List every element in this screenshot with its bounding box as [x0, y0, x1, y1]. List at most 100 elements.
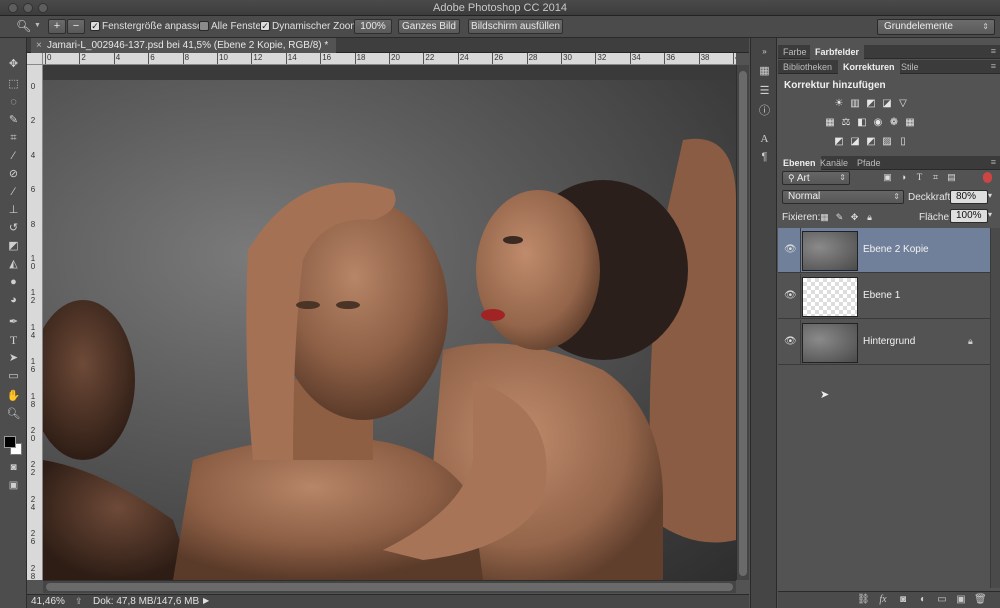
fill-screen-button[interactable]: Bildschirm ausfüllen [468, 19, 563, 34]
filter-smart-object-icon[interactable]: ▤ [946, 172, 957, 183]
lock-all-icon[interactable]: 🔒︎ [864, 212, 875, 223]
quick-select-icon[interactable]: ✎ [4, 112, 23, 128]
history-brush-icon[interactable]: ↺ [4, 220, 23, 236]
curves-icon[interactable]: ◩ [865, 98, 877, 109]
ruler-origin[interactable] [27, 53, 43, 65]
filter-type-icon[interactable]: T [914, 172, 925, 183]
screen-mode-icon[interactable]: ▣ [4, 478, 23, 494]
history-panel-icon[interactable]: ▦ [757, 64, 772, 79]
hue-saturation-icon[interactable]: ▦ [824, 117, 836, 128]
horizontal-scrollbar[interactable] [43, 580, 736, 593]
fit-screen-button[interactable]: Ganzes Bild [398, 19, 460, 34]
tab-stile[interactable]: Stile [896, 60, 924, 74]
vertical-scroll-thumb[interactable] [739, 71, 747, 576]
foreground-color-swatch[interactable] [4, 436, 16, 448]
brush-icon[interactable]: ∕ [4, 184, 23, 200]
crop-icon[interactable]: ⌗ [4, 130, 23, 146]
tab-kanaele[interactable]: Kanäle [815, 156, 853, 170]
exposure-icon[interactable]: ◪ [881, 98, 893, 109]
horizontal-scroll-thumb[interactable] [46, 583, 733, 591]
zoom-100-button[interactable]: 100% [354, 19, 392, 34]
blend-mode-select[interactable]: Normal ⇕ [782, 190, 904, 204]
path-select-icon[interactable]: ➤ [4, 350, 23, 366]
panel-menu-icon[interactable]: ≡ [991, 157, 996, 167]
layer-style-icon[interactable]: fx [877, 594, 889, 606]
filter-pixel-icon[interactable]: ▣ [882, 172, 893, 183]
pen-icon[interactable]: ✒ [4, 314, 23, 330]
filter-toggle[interactable] [983, 172, 992, 183]
quick-mask-icon[interactable]: ◙ [4, 460, 23, 476]
zoom-out-icon[interactable]: − [67, 19, 85, 34]
channel-mixer-icon[interactable]: ❁ [888, 117, 900, 128]
tab-korrekturen[interactable]: Korrekturen [838, 60, 900, 74]
threshold-icon[interactable]: ◩ [865, 136, 877, 147]
paint-bucket-icon[interactable]: ◭ [4, 256, 23, 272]
vertical-scrollbar[interactable] [736, 65, 749, 580]
fill-slider-arrow-icon[interactable]: ▾ [988, 210, 992, 219]
fit-window-checkbox[interactable]: ✓ [90, 21, 100, 31]
tab-farbfelder[interactable]: Farbfelder [810, 45, 865, 59]
opacity-input[interactable]: 80% [950, 190, 988, 204]
workspace-select[interactable]: Grundelemente ⇕ [877, 19, 995, 35]
layers-scrollbar[interactable] [990, 228, 1000, 588]
marquee-icon[interactable]: ⬚ [4, 76, 23, 92]
gradient-map-icon[interactable]: ▯ [897, 136, 909, 147]
tab-bibliotheken[interactable]: Bibliotheken [778, 60, 837, 74]
new-group-icon[interactable]: ▭ [936, 594, 948, 606]
visibility-eye-icon[interactable]: 👁︎ [784, 244, 797, 256]
opacity-slider-arrow-icon[interactable]: ▾ [988, 191, 992, 200]
close-tab-icon[interactable]: × [36, 38, 42, 53]
document-canvas[interactable] [43, 65, 736, 580]
paragraph-panel-icon[interactable]: ¶ [757, 150, 772, 165]
info-icon[interactable]: ⓘ [757, 104, 772, 119]
vertical-ruler[interactable]: 0 2 4 6 8 1 0 1 2 1 4 1 6 1 8 2 0 2 2 2 4 2 6 2 8 [27, 65, 43, 580]
blur-icon[interactable]: ● [4, 274, 23, 290]
status-menu-arrow-icon[interactable]: ▶ [203, 596, 209, 605]
zoom-level[interactable]: 41,46% [31, 596, 65, 607]
new-layer-icon[interactable]: ▣ [955, 594, 967, 606]
chevron-down-icon[interactable]: ▼ [34, 22, 41, 29]
trash-icon[interactable]: 🗑︎ [974, 594, 987, 606]
hand-icon[interactable]: ✋ [4, 388, 23, 404]
share-icon[interactable]: ⇪ [75, 596, 83, 607]
link-layers-icon[interactable]: ⛓ [857, 594, 870, 606]
layer-lock-icon[interactable]: 🔒︎ [968, 336, 973, 347]
dodge-icon[interactable]: ◕ [4, 292, 23, 308]
zoom-tool-preset-icon[interactable]: 🔍︎ [16, 19, 31, 33]
visibility-eye-icon[interactable]: 👁︎ [784, 290, 797, 302]
brightness-contrast-icon[interactable]: ☀ [833, 98, 845, 109]
invert-icon[interactable]: ◩ [833, 136, 845, 147]
zoom-in-icon[interactable]: + [48, 19, 66, 34]
document-tab[interactable]: × Jamari-L_002946-137.psd bei 41,5% (Ebe… [31, 38, 337, 53]
lock-position-icon[interactable]: ✥ [849, 212, 860, 223]
lock-transparent-icon[interactable]: ▦ [819, 212, 830, 223]
panel-menu-icon[interactable]: ≡ [991, 46, 996, 56]
all-windows-checkbox[interactable] [199, 21, 209, 31]
healing-brush-icon[interactable]: ⊘ [4, 166, 23, 182]
rectangle-icon[interactable]: ▭ [4, 368, 23, 384]
scrubby-zoom-checkbox[interactable]: ✓ [260, 21, 270, 31]
layer-row-hintergrund[interactable]: 👁︎ Hintergrund 🔒︎ [778, 320, 990, 365]
horizontal-ruler[interactable]: 0246810121416182022242628303234363840 [43, 53, 736, 65]
fill-input[interactable]: 100% [950, 209, 988, 223]
visibility-eye-icon[interactable]: 👁︎ [784, 336, 797, 348]
selective-color-icon[interactable]: ▨ [881, 136, 893, 147]
color-lookup-icon[interactable]: ▦ [904, 117, 916, 128]
filter-kind-select[interactable]: ⚲ Art ⇕ [782, 171, 850, 185]
eraser-icon[interactable]: ◩ [4, 238, 23, 254]
new-adjustment-layer-icon[interactable]: ◐ [917, 594, 929, 606]
character-panel-icon[interactable]: A [757, 132, 772, 147]
tab-farbe[interactable]: Farbe [778, 45, 812, 59]
posterize-icon[interactable]: ◪ [849, 136, 861, 147]
add-mask-icon[interactable]: ◙ [897, 594, 909, 606]
filter-shape-icon[interactable]: ⌗ [930, 172, 941, 183]
lock-image-icon[interactable]: ✎ [834, 212, 845, 223]
tab-pfade[interactable]: Pfade [852, 156, 886, 170]
panel-menu-icon[interactable]: ≡ [991, 61, 996, 71]
clone-stamp-icon[interactable]: ⊥ [4, 202, 23, 218]
eyedropper-icon[interactable]: ⁄ [4, 148, 23, 164]
layer-row-ebene-1[interactable]: 👁︎ Ebene 1 [778, 274, 990, 319]
collapse-arrows-icon[interactable]: » [757, 44, 772, 59]
type-icon[interactable]: T [4, 332, 23, 348]
black-white-icon[interactable]: ◧ [856, 117, 868, 128]
